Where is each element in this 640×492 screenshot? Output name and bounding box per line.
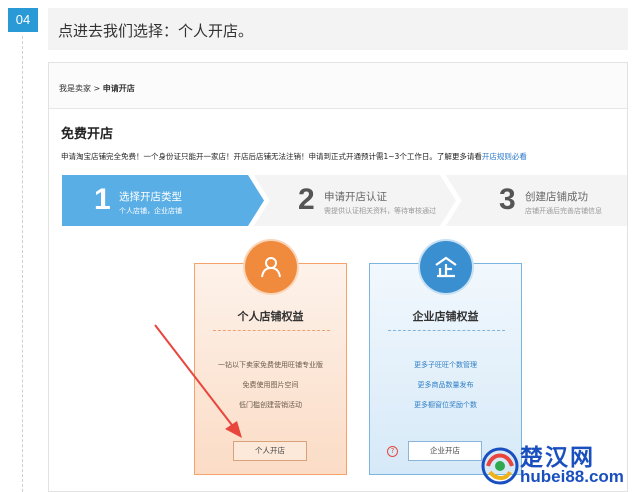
personal-open-shop-button[interactable]: 个人开店 (233, 441, 307, 461)
progress-step-subtitle: 店铺开通后完善店铺信息 (525, 207, 602, 215)
notice-body: 申请淘宝店铺完全免费！一个身份证只能开一家店！开店后店铺无法注销！申请到正式开通… (61, 152, 482, 161)
personal-card-title: 个人店铺权益 (237, 310, 304, 323)
progress-step-title: 创建店铺成功 (525, 191, 588, 203)
progress-step-2: 2 申请开店认证 需提供认证相关资料，等待审核通过 (262, 175, 450, 226)
benefit-item: 更多橱窗位奖励个数 (414, 401, 477, 409)
progress-step-3: 3 创建店铺成功 店铺开通后完善店铺信息 (454, 175, 627, 226)
help-icon[interactable]: ? (387, 446, 398, 457)
watermark-logo: 楚汉网 hubei88.com (480, 438, 640, 492)
progress-step-subtitle: 需提供认证相关资料，等待审核通过 (324, 207, 436, 215)
screenshot-panel: 我是卖家 > 申请开店 免费开店 申请淘宝店铺完全免费！一个身份证只能开一家店！… (48, 62, 628, 492)
progress-step-subtitle: 个人店铺，企业店铺 (119, 207, 182, 215)
benefit-item: 更多子旺旺个数管理 (414, 361, 477, 369)
person-icon (245, 241, 297, 293)
divider (388, 330, 505, 331)
rules-link[interactable]: 开店规则必看 (482, 152, 527, 161)
enterprise-icon (420, 241, 472, 293)
divider (213, 330, 330, 331)
personal-shop-card: 个人店铺权益 一钻以下卖家免费使用旺铺专业版 免费使用图片空间 低门槛创建营销活… (194, 241, 347, 475)
company-card-title: 企业店铺权益 (412, 310, 479, 323)
watermark-english: hubei88.com (520, 467, 624, 486)
progress-step-title: 申请开店认证 (324, 191, 387, 203)
breadcrumb-parent[interactable]: 我是卖家 (59, 84, 91, 93)
progress-step-1: 1 选择开店类型 个人店铺，企业店铺 (62, 175, 252, 226)
step-title: 点进去我们选择：个人开店。 (58, 22, 254, 40)
progress-step-number: 3 (499, 183, 516, 216)
personal-benefits-list: 一钻以下卖家免费使用旺铺专业版 免费使用图片空间 低门槛创建营销活动 (195, 360, 346, 420)
benefit-item: 低门槛创建营销活动 (239, 401, 302, 409)
company-open-shop-button[interactable]: 企业开店 (408, 441, 482, 461)
company-benefits-list: 更多子旺旺个数管理 更多商品数量发布 更多橱窗位奖励个数 (370, 360, 521, 420)
benefit-item: 更多商品数量发布 (417, 381, 474, 389)
benefit-item: 一钻以下卖家免费使用旺铺专业版 (218, 361, 323, 369)
notice-text: 申请淘宝店铺完全免费！一个身份证只能开一家店！开店后店铺无法注销！申请到正式开通… (61, 151, 527, 162)
breadcrumb-bar: 我是卖家 > 申请开店 (49, 63, 627, 109)
step-number-badge: 04 (8, 8, 38, 32)
progress-step-number: 1 (94, 183, 111, 216)
benefit-item: 免费使用图片空间 (242, 381, 299, 389)
progress-steps: 1 选择开店类型 个人店铺，企业店铺 2 申请开店认证 需提供认证相关资料，等待… (62, 175, 627, 226)
breadcrumb-separator: > (93, 84, 101, 93)
progress-step-number: 2 (298, 183, 315, 216)
breadcrumb: 我是卖家 > 申请开店 (59, 83, 135, 94)
page-title: 免费开店 (61, 127, 114, 142)
watermark-emblem-icon (481, 447, 519, 485)
breadcrumb-current: 申请开店 (102, 84, 135, 93)
timeline-line (22, 36, 23, 492)
progress-step-title: 选择开店类型 (119, 191, 182, 203)
